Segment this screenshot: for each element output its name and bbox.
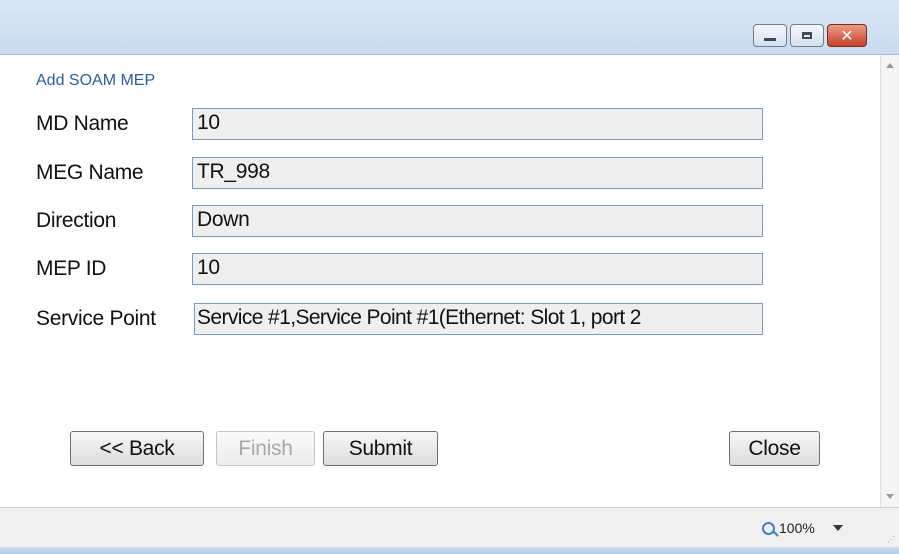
direction-label: Direction [36,209,117,232]
submit-button[interactable]: Submit [323,431,438,466]
service-point-label: Service Point [36,307,156,330]
md-name-label: MD Name [36,112,129,135]
dialog-heading: Add SOAM MEP [36,72,156,89]
meg-name-row: MEG Name TR_998 [36,157,796,189]
meg-name-field[interactable]: TR_998 [192,157,763,189]
window-bottom-border [0,547,899,554]
resize-grip-icon[interactable]: ⋰ [887,535,895,544]
mep-id-label: MEP ID [36,257,107,280]
close-window-button[interactable]: ✕ [827,24,867,47]
scroll-down-icon[interactable] [886,494,894,499]
finish-button[interactable]: Finish [216,431,315,466]
close-button[interactable]: Close [729,431,820,466]
status-bar: 100% ⋰ [0,507,899,548]
direction-field[interactable]: Down [192,205,763,237]
maximize-icon [802,32,812,39]
chevron-down-icon[interactable] [832,525,843,531]
md-name-field[interactable]: 10 [192,108,763,140]
vertical-scrollbar[interactable] [880,55,899,507]
service-point-row: Service Point Service #1,Service Point #… [36,303,796,335]
window-controls: ✕ [753,24,867,47]
mep-id-field[interactable]: 10 [192,253,763,285]
zoom-icon [762,521,775,535]
window-titlebar: ✕ [0,0,899,55]
meg-name-label: MEG Name [36,161,144,184]
zoom-level: 100% [779,520,815,536]
zoom-control[interactable]: 100% [762,520,843,536]
minimize-button[interactable] [753,24,787,47]
back-button[interactable]: << Back [70,431,204,466]
close-icon: ✕ [840,25,854,45]
direction-row: Direction Down [36,205,796,237]
maximize-button[interactable] [790,24,824,47]
minimize-icon [764,37,776,41]
service-point-field[interactable]: Service #1,Service Point #1(Ethernet: Sl… [194,303,763,335]
md-name-row: MD Name 10 [36,108,796,140]
mep-id-row: MEP ID 10 [36,253,796,285]
scroll-up-icon[interactable] [886,63,894,68]
dialog-content: Add SOAM MEP MD Name 10 MEG Name TR_998 … [0,55,880,507]
